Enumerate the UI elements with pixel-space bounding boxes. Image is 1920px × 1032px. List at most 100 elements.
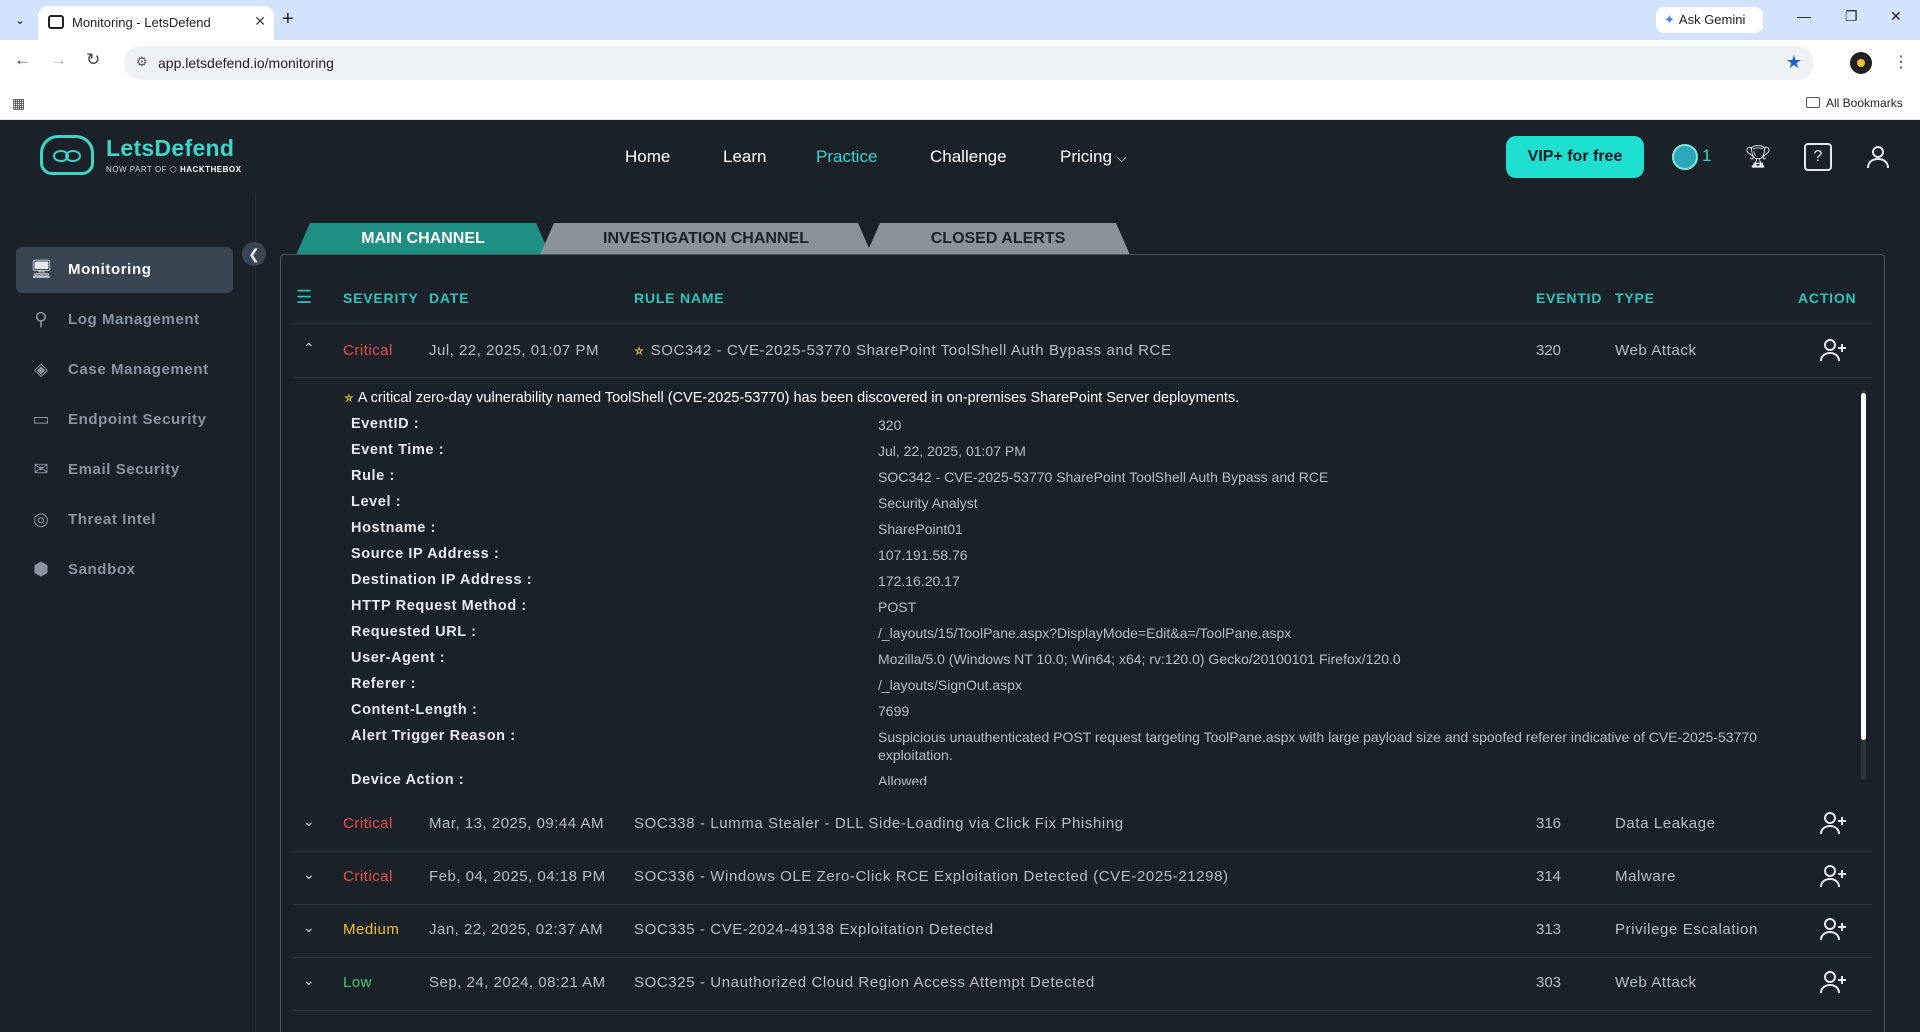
browser-menu-icon[interactable]: ⋮: [1893, 52, 1909, 72]
alert-date: Jan, 22, 2025, 02:37 AM: [429, 921, 604, 938]
assign-user-plus-icon[interactable]: [1820, 969, 1848, 995]
logo-tagline-prefix: NOW PART OF: [106, 165, 168, 174]
globe-rank-icon[interactable]: [1672, 144, 1698, 170]
help-icon[interactable]: ?: [1804, 143, 1832, 171]
apps-grid-icon[interactable]: ▦: [12, 95, 25, 112]
restore-icon[interactable]: ❐: [1845, 8, 1858, 25]
detail-value: POST: [878, 599, 917, 615]
all-bookmarks-button[interactable]: All Bookmarks: [1806, 96, 1903, 110]
user-icon[interactable]: [1864, 143, 1892, 171]
address-url[interactable]: app.letsdefend.io/monitoring: [158, 55, 334, 71]
tab-main-channel[interactable]: MAIN CHANNEL: [296, 223, 550, 255]
chevron-down-icon[interactable]: ⌄: [303, 919, 315, 936]
close-window-icon[interactable]: ✕: [1890, 8, 1902, 25]
detail-key: Device Action :: [351, 772, 465, 785]
severity-badge: Low: [343, 974, 373, 991]
chevron-down-icon[interactable]: ⌄: [303, 813, 315, 830]
new-tab-icon[interactable]: +: [282, 8, 294, 31]
assign-user-plus-icon[interactable]: [1820, 916, 1848, 942]
nav-learn[interactable]: Learn: [723, 147, 766, 167]
detail-key: Hostname :: [351, 520, 436, 536]
alerts-panel: ☰ SEVERITY DATE RULE NAME EVENTID TYPE A…: [280, 254, 1885, 1032]
sidebar-item-label: Case Management: [68, 361, 209, 378]
sidebar-item-email-security[interactable]: ✉︎ Email Security: [16, 447, 233, 493]
vip-plus-button[interactable]: VIP+ for free: [1506, 136, 1644, 178]
sidebar-item-endpoint-security[interactable]: ▭ Endpoint Security: [16, 397, 233, 443]
alert-detail-title-text: A critical zero-day vulnerability named …: [357, 390, 1240, 406]
gemini-spark-icon: ✦: [1664, 12, 1675, 27]
tab-search-chevron-icon[interactable]: ⌄: [8, 8, 32, 32]
column-header-eventid[interactable]: EVENTID: [1536, 290, 1602, 306]
minimize-icon[interactable]: —: [1797, 8, 1811, 24]
severity-badge: Medium: [343, 921, 400, 938]
bookmark-star-icon[interactable]: ★: [1786, 52, 1802, 73]
sidebar-item-threat-intel[interactable]: ◎ Threat Intel: [16, 497, 233, 543]
collapse-sidebar-chevron-left-icon[interactable]: ❮: [242, 242, 266, 266]
sidebar-item-log-management[interactable]: ⚲ Log Management: [16, 297, 233, 343]
column-header-type[interactable]: TYPE: [1615, 290, 1655, 306]
nav-home[interactable]: Home: [625, 147, 670, 167]
all-bookmarks-label: All Bookmarks: [1826, 96, 1903, 110]
sidebar-item-sandbox[interactable]: ⬢ Sandbox: [16, 547, 233, 593]
table-row[interactable]: ⌃ Critical Jul, 22, 2025, 01:07 PM ⭐︎ SOC…: [281, 325, 1886, 377]
tab-investigation-channel[interactable]: INVESTIGATION CHANNEL: [540, 223, 872, 255]
alert-rule: SOC335 - CVE-2024-49138 Exploitation Det…: [634, 921, 994, 938]
alert-type: Data Leakage: [1615, 815, 1716, 832]
logo-tagline-brand: HACKTHEBOX: [180, 165, 242, 174]
detail-key: HTTP Request Method :: [351, 598, 527, 614]
browser-tab[interactable]: Monitoring - LetsDefend ✕: [38, 6, 274, 40]
forward-arrow-icon[interactable]: →: [50, 50, 67, 70]
detail-key: Requested URL :: [351, 624, 477, 640]
profile-avatar[interactable]: [1850, 52, 1872, 74]
reload-icon[interactable]: ↻: [86, 50, 100, 70]
column-header-date[interactable]: DATE: [429, 290, 469, 306]
table-row[interactable]: ⌄ Medium Jan, 22, 2025, 02:37 AM SOC335 …: [281, 904, 1886, 956]
nav-pricing-label: Pricing: [1060, 147, 1112, 166]
alert-type: Privilege Escalation: [1615, 921, 1758, 938]
chevron-down-icon[interactable]: ⌄: [303, 866, 315, 883]
monitor-icon: 🖥︎: [30, 259, 53, 279]
detail-scrollbar-thumb[interactable]: [1861, 393, 1866, 740]
filter-sliders-icon[interactable]: ☰: [296, 287, 312, 308]
table-row[interactable]: ⌄ Critical Feb, 04, 2025, 04:18 PM SOC33…: [281, 851, 1886, 903]
assign-user-plus-icon[interactable]: [1820, 337, 1848, 363]
trophy-icon[interactable]: 🏆︎: [1744, 143, 1772, 171]
alert-detail-panel: ⭐︎ A critical zero-day vulnerability name…: [341, 390, 1851, 785]
folder-icon: [1806, 97, 1820, 108]
chevron-down-icon[interactable]: ⌄: [303, 972, 315, 989]
logo-tagline: NOW PART OF ⬡ HACKTHEBOX: [106, 165, 242, 174]
drive-icon: ▭: [32, 409, 50, 429]
alert-eventid: 313: [1536, 921, 1562, 938]
back-arrow-icon[interactable]: ←: [14, 50, 31, 70]
table-row[interactable]: ⌄ Critical Mar, 13, 2025, 09:44 AM SOC33…: [281, 798, 1886, 850]
tab-closed-alerts[interactable]: CLOSED ALERTS: [866, 223, 1130, 255]
sidebar-item-case-management[interactable]: ◈ Case Management: [16, 347, 233, 393]
table-row[interactable]: ⌄ Low Sep, 24, 2024, 08:21 AM SOC325 - U…: [281, 957, 1886, 1009]
severity-badge: Critical: [343, 342, 393, 359]
alert-detail-title: ⭐︎ A critical zero-day vulnerability name…: [344, 390, 1239, 406]
detail-value: Security Analyst: [878, 495, 978, 511]
app-header: LetsDefend NOW PART OF ⬡ HACKTHEBOX Home…: [0, 121, 1920, 193]
column-header-rule-name[interactable]: RULE NAME: [634, 290, 724, 306]
column-header-severity[interactable]: SEVERITY: [343, 290, 419, 306]
detail-value: Jul, 22, 2025, 01:07 PM: [878, 443, 1026, 459]
assign-user-plus-icon[interactable]: [1820, 810, 1848, 836]
detail-key: Rule :: [351, 468, 395, 484]
nav-practice[interactable]: Practice: [816, 147, 877, 167]
detail-key: Level :: [351, 494, 402, 510]
sidebar-item-monitoring[interactable]: 🖥︎ Monitoring: [16, 247, 233, 293]
detail-key: Referer :: [351, 676, 417, 692]
address-bar[interactable]: ⚙ app.letsdefend.io/monitoring ★: [124, 46, 1814, 80]
ask-gemini-button[interactable]: ✦ Ask Gemini: [1656, 7, 1763, 33]
cube-icon: ⬢: [33, 559, 49, 579]
assign-user-plus-icon[interactable]: [1820, 863, 1848, 889]
alert-date: Jul, 22, 2025, 01:07 PM: [429, 342, 599, 359]
site-info-icon[interactable]: ⚙: [136, 54, 148, 70]
nav-pricing[interactable]: Pricing ⌵: [1060, 147, 1127, 167]
alert-date: Mar, 13, 2025, 09:44 AM: [429, 815, 604, 832]
close-tab-icon[interactable]: ✕: [254, 13, 266, 30]
chevron-up-icon[interactable]: ⌃: [303, 340, 315, 357]
letsdefend-logo-icon[interactable]: [40, 135, 94, 175]
nav-challenge[interactable]: Challenge: [930, 147, 1007, 167]
logo-name[interactable]: LetsDefend: [106, 135, 234, 162]
